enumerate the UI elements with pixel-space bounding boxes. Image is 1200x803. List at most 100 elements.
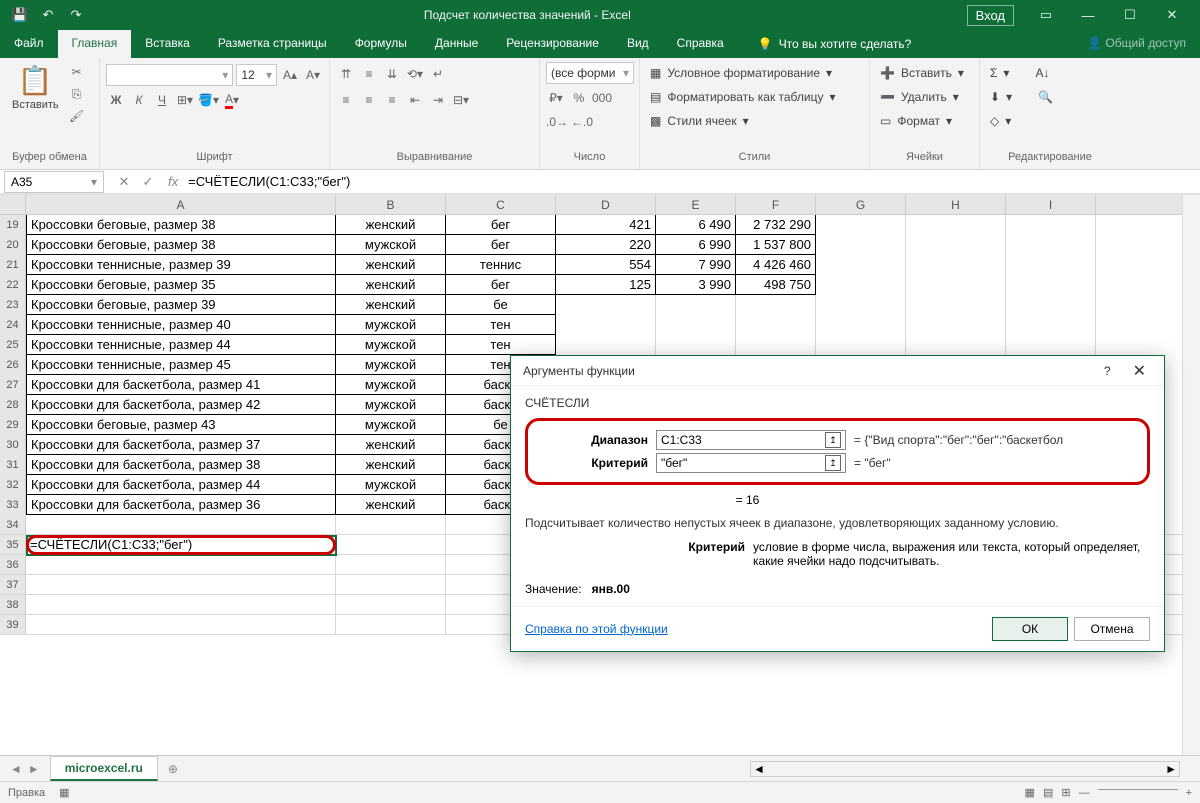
row-header[interactable]: 34: [0, 515, 26, 534]
cell[interactable]: Кроссовки теннисные, размер 39: [26, 255, 336, 275]
cell[interactable]: мужской: [336, 475, 446, 495]
close-icon[interactable]: ✕: [1152, 1, 1192, 29]
tab-file[interactable]: Файл: [0, 30, 58, 58]
cell[interactable]: [1006, 235, 1096, 255]
undo-icon[interactable]: ↶: [36, 3, 60, 27]
table-row[interactable]: 20Кроссовки беговые, размер 38мужскойбег…: [0, 235, 1200, 255]
cell[interactable]: мужской: [336, 375, 446, 395]
fx-icon[interactable]: fx: [168, 174, 178, 189]
cell[interactable]: [816, 315, 906, 335]
cell[interactable]: женский: [336, 435, 446, 455]
shrink-font-icon[interactable]: A▾: [303, 65, 323, 85]
cell[interactable]: бег: [446, 215, 556, 235]
row-header[interactable]: 24: [0, 315, 26, 335]
cell[interactable]: 421: [556, 215, 656, 235]
cell[interactable]: 7 990: [656, 255, 736, 275]
cell[interactable]: женский: [336, 275, 446, 295]
align-top-icon[interactable]: ⇈: [336, 64, 356, 84]
row-header[interactable]: 33: [0, 495, 26, 515]
autosum-button[interactable]: Σ ▾ A↓: [986, 62, 1057, 84]
italic-button[interactable]: К: [129, 90, 149, 110]
sheet-tab[interactable]: microexcel.ru: [50, 756, 158, 781]
cell[interactable]: [1006, 275, 1096, 295]
minimize-icon[interactable]: —: [1068, 1, 1108, 29]
tab-home[interactable]: Главная: [58, 30, 132, 58]
zoom-slider[interactable]: [1098, 789, 1178, 790]
insert-cells-button[interactable]: ➕Вставить ▾: [876, 62, 968, 84]
cell[interactable]: мужской: [336, 335, 446, 355]
cell[interactable]: 554: [556, 255, 656, 275]
cell[interactable]: женский: [336, 215, 446, 235]
wrap-icon[interactable]: ↵: [428, 64, 448, 84]
sheet-prev-icon[interactable]: ◄: [10, 762, 22, 776]
copy-icon[interactable]: ⎘: [67, 84, 87, 104]
cell[interactable]: 1 537 800: [736, 235, 816, 255]
cell[interactable]: Кроссовки беговые, размер 43: [26, 415, 336, 435]
close-dialog-icon[interactable]: ✕: [1127, 361, 1152, 381]
ok-button[interactable]: ОК: [992, 617, 1068, 641]
font-size[interactable]: 12▾: [236, 64, 277, 86]
row-header[interactable]: 36: [0, 555, 26, 574]
row-header[interactable]: 32: [0, 475, 26, 495]
cell[interactable]: Кроссовки теннисные, размер 44: [26, 335, 336, 355]
row-header[interactable]: 35: [0, 535, 26, 554]
fill-color-icon[interactable]: 🪣▾: [198, 90, 219, 110]
cell-styles-button[interactable]: ▩Стили ячеек ▾: [646, 110, 840, 132]
cancel-button[interactable]: Отмена: [1074, 617, 1150, 641]
cell[interactable]: [336, 595, 446, 614]
arg-input-range[interactable]: C1:C33↥: [656, 430, 846, 450]
function-help-link[interactable]: Справка по этой функции: [525, 622, 668, 636]
cell[interactable]: [26, 575, 336, 594]
dec-decimal-icon[interactable]: ←.0: [571, 112, 593, 132]
cell[interactable]: бе: [446, 295, 556, 315]
col-header[interactable]: H: [906, 195, 1006, 214]
row-header[interactable]: 23: [0, 295, 26, 315]
cell[interactable]: мужской: [336, 355, 446, 375]
maximize-icon[interactable]: ☐: [1110, 1, 1150, 29]
cell[interactable]: [336, 535, 446, 554]
cell[interactable]: [1006, 295, 1096, 315]
horizontal-scrollbar[interactable]: ◄►: [750, 761, 1180, 777]
cell[interactable]: [336, 615, 446, 634]
cell[interactable]: Кроссовки для баскетбола, размер 38: [26, 455, 336, 475]
tab-data[interactable]: Данные: [421, 30, 492, 58]
cell[interactable]: тен: [446, 335, 556, 355]
row-header[interactable]: 27: [0, 375, 26, 395]
cell[interactable]: бег: [446, 275, 556, 295]
cell[interactable]: [816, 215, 906, 235]
bold-button[interactable]: Ж: [106, 90, 126, 110]
format-table-button[interactable]: ▤Форматировать как таблицу ▾: [646, 86, 840, 108]
range-picker-icon[interactable]: ↥: [825, 432, 841, 448]
align-left-icon[interactable]: ≡: [336, 90, 356, 110]
cell[interactable]: [656, 295, 736, 315]
macro-icon[interactable]: ▦: [59, 786, 69, 799]
row-header[interactable]: 19: [0, 215, 26, 235]
select-all-corner[interactable]: [0, 195, 26, 214]
cell[interactable]: Кроссовки для баскетбола, размер 37: [26, 435, 336, 455]
cell[interactable]: Кроссовки для баскетбола, размер 42: [26, 395, 336, 415]
view-break-icon[interactable]: ⊞: [1061, 786, 1070, 799]
cell[interactable]: женский: [336, 455, 446, 475]
zoom-out-icon[interactable]: —: [1079, 787, 1090, 799]
number-format[interactable]: (все форми▾: [546, 62, 634, 84]
cell[interactable]: женский: [336, 295, 446, 315]
cell[interactable]: мужской: [336, 315, 446, 335]
row-header[interactable]: 28: [0, 395, 26, 415]
accept-formula-icon[interactable]: ✓: [138, 174, 158, 190]
range-picker-icon[interactable]: ↥: [825, 455, 841, 471]
align-mid-icon[interactable]: ≡: [359, 64, 379, 84]
cancel-formula-icon[interactable]: ✕: [114, 174, 134, 190]
col-header[interactable]: I: [1006, 195, 1096, 214]
cell[interactable]: 2 732 290: [736, 215, 816, 235]
align-center-icon[interactable]: ≡: [359, 90, 379, 110]
redo-icon[interactable]: ↷: [64, 3, 88, 27]
view-normal-icon[interactable]: ▦: [1025, 786, 1035, 799]
cell[interactable]: женский: [336, 495, 446, 515]
table-row[interactable]: 24Кроссовки теннисные, размер 40мужскойт…: [0, 315, 1200, 335]
tab-help[interactable]: Справка: [663, 30, 738, 58]
col-header[interactable]: B: [336, 195, 446, 214]
cell[interactable]: [556, 315, 656, 335]
table-row[interactable]: 19Кроссовки беговые, размер 38женскийбег…: [0, 215, 1200, 235]
tab-view[interactable]: Вид: [613, 30, 663, 58]
tab-review[interactable]: Рецензирование: [492, 30, 613, 58]
